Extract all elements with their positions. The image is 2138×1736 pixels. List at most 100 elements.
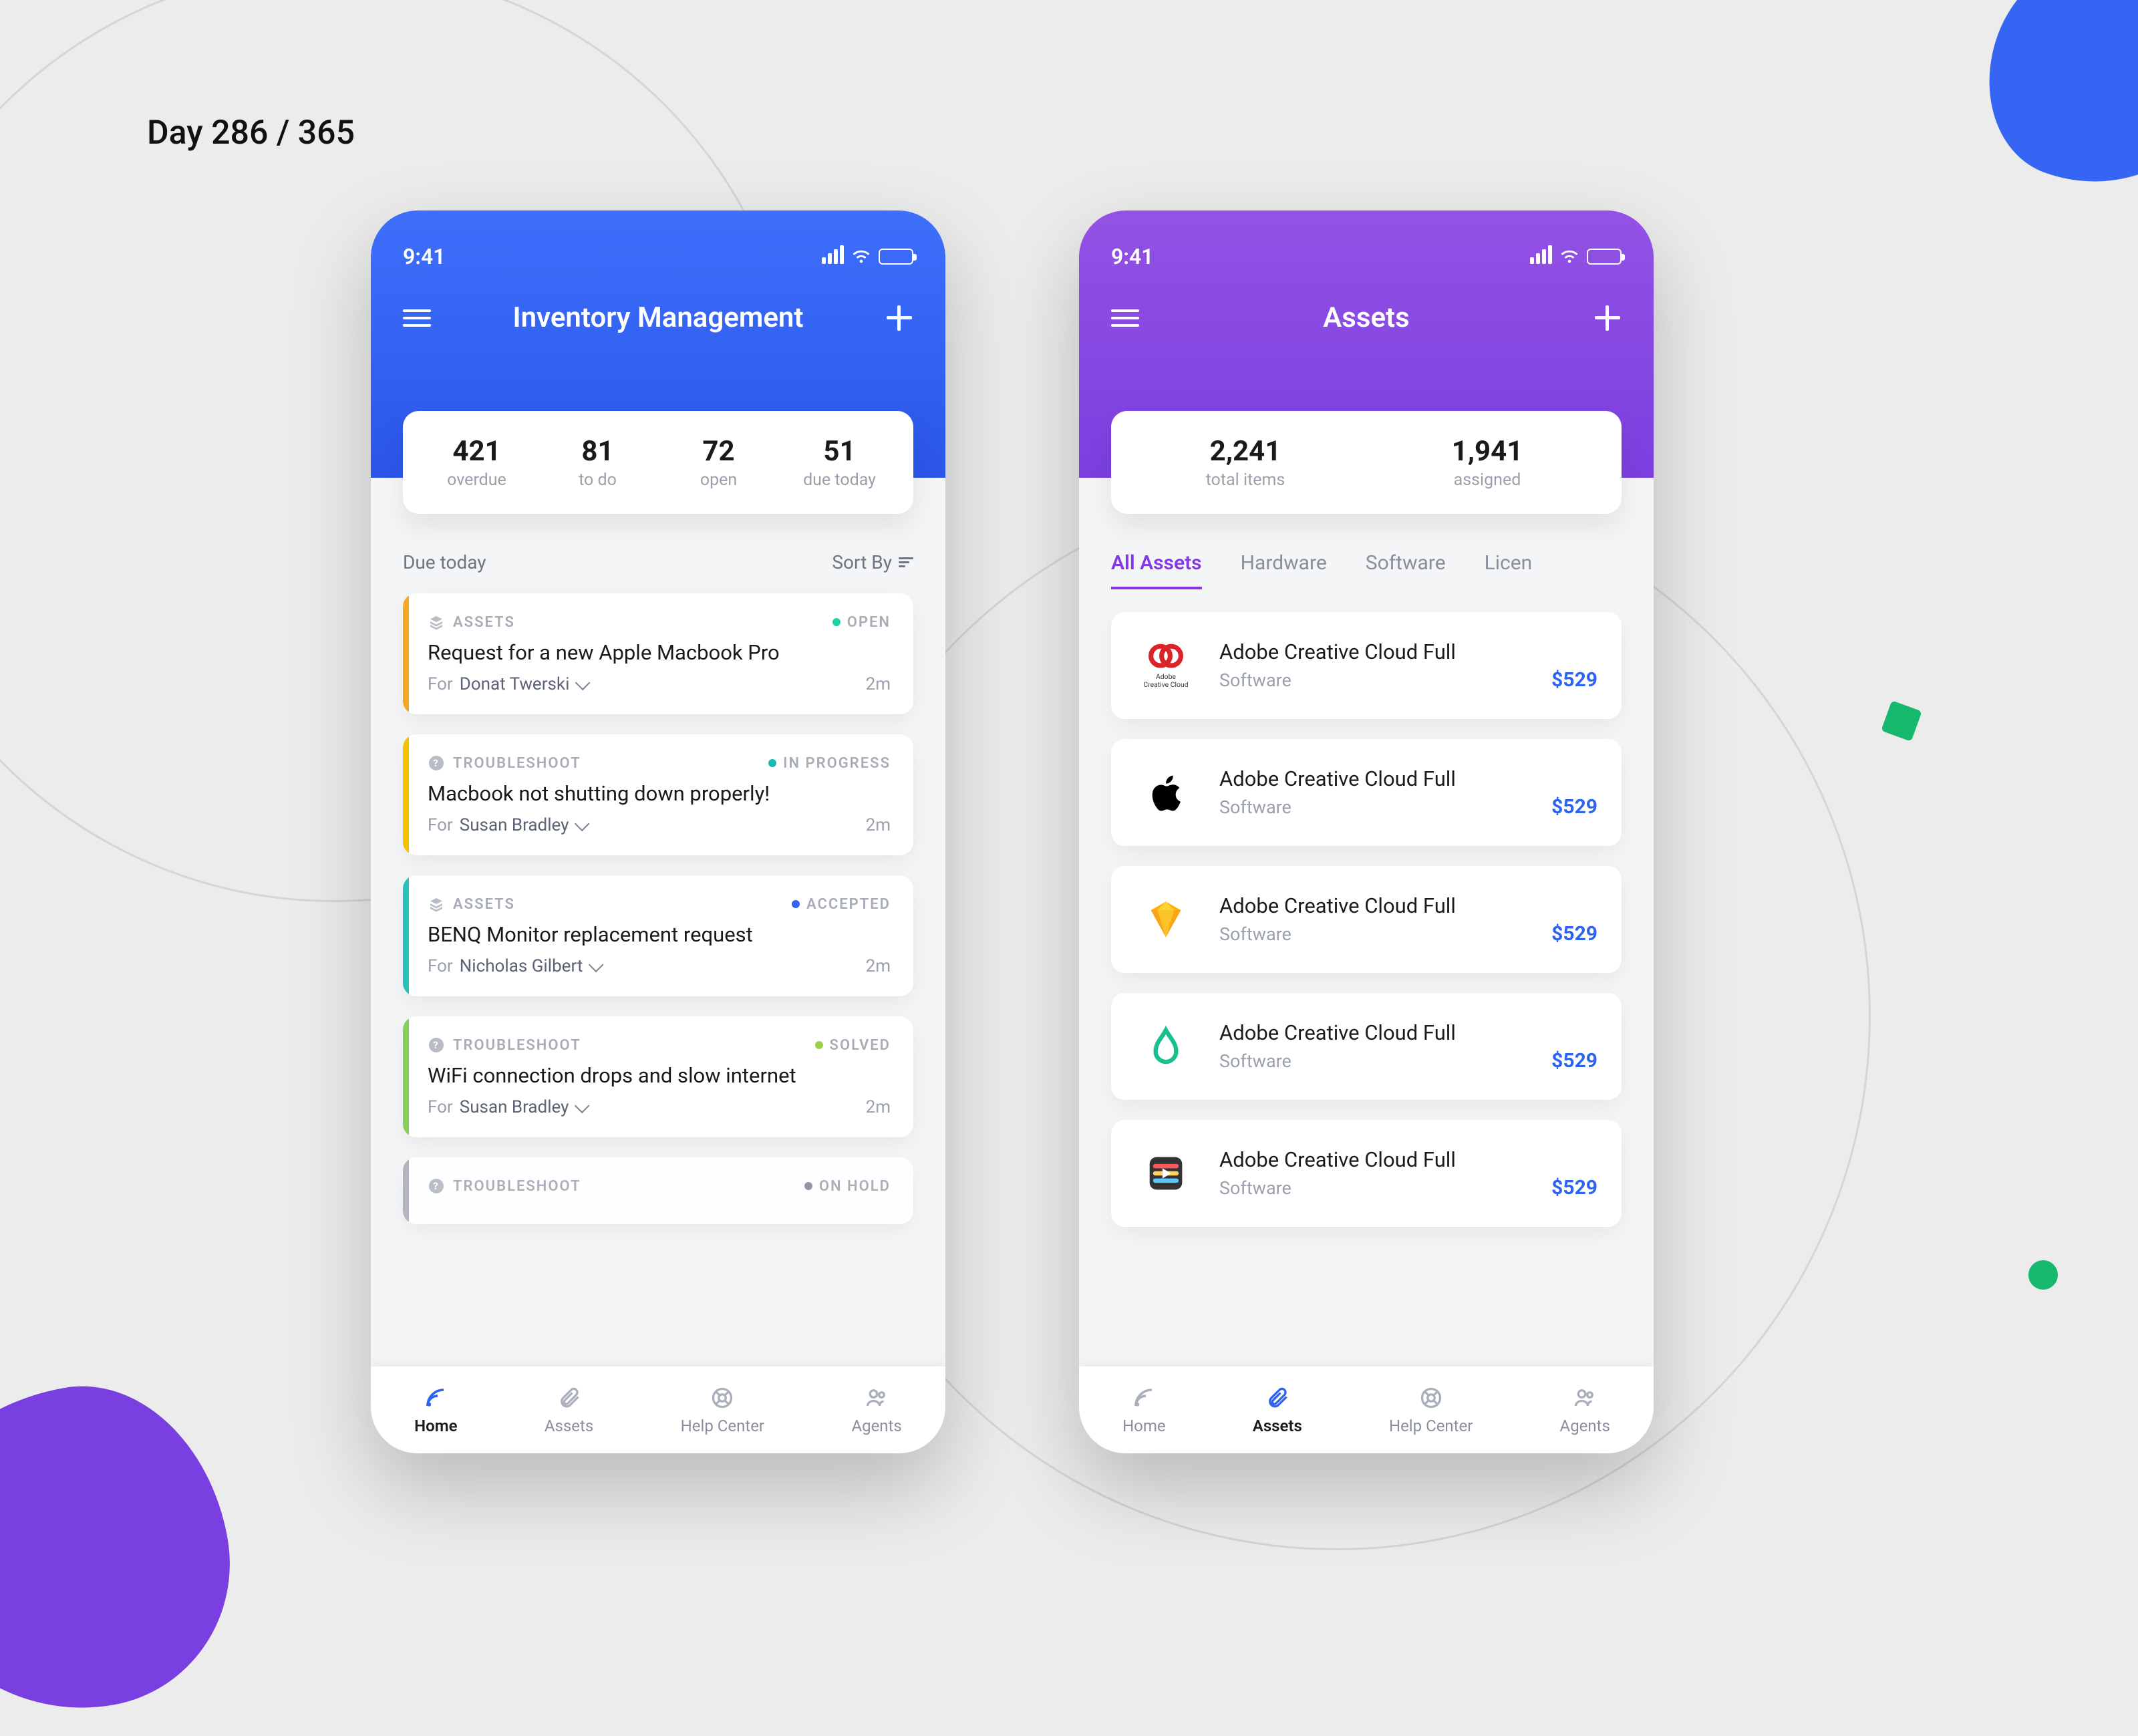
asset-title: Adobe Creative Cloud Full: [1219, 1147, 1597, 1172]
ticket-time: 2m: [866, 674, 891, 694]
stat-value: 51: [779, 435, 900, 468]
stat-duetoday[interactable]: 51 due today: [779, 435, 900, 490]
svg-text:?: ?: [433, 757, 439, 769]
stat-label: to do: [537, 470, 658, 490]
sort-button[interactable]: Sort By: [832, 551, 913, 573]
svg-text:?: ?: [433, 1180, 439, 1192]
battery-icon: [879, 249, 913, 265]
for-label: For: [428, 956, 453, 976]
layers-icon: [428, 895, 445, 913]
ticket-assignee[interactable]: For Susan Bradley: [428, 1097, 586, 1117]
tab-agents[interactable]: Agents: [1560, 1385, 1610, 1435]
stat-value: 81: [537, 435, 658, 468]
stat-label: due today: [779, 470, 900, 490]
tab-help[interactable]: Help Center: [681, 1385, 764, 1435]
ticket-card[interactable]: ? TROUBLESHOOT ON HOLD: [403, 1157, 913, 1224]
stat-label: open: [658, 470, 779, 490]
layers-icon: [428, 613, 445, 631]
tab-label: Home: [1122, 1417, 1166, 1435]
asset-card[interactable]: Adobe Creative Cloud Full Software $529: [1111, 866, 1622, 973]
ticket-assignee[interactable]: For Susan Bradley: [428, 815, 586, 835]
asset-price: $529: [1551, 668, 1597, 692]
stat-todo[interactable]: 81 to do: [537, 435, 658, 490]
asset-card[interactable]: Adobe Creative Cloud Full Software $529: [1111, 993, 1622, 1100]
tab-all-assets[interactable]: All Assets: [1111, 551, 1202, 589]
ticket-category: ASSETS: [428, 895, 515, 913]
tab-software[interactable]: Software: [1366, 551, 1446, 589]
status-bar: 9:41: [1111, 244, 1622, 269]
ticket-assignee[interactable]: For Donat Twerski: [428, 674, 587, 694]
agents-icon: [863, 1385, 890, 1411]
tab-bar: Home Assets Help Center Agents: [1079, 1366, 1654, 1453]
stat-open[interactable]: 72 open: [658, 435, 779, 490]
asset-card[interactable]: Adobe Creative Cloud Full Software $529: [1111, 739, 1622, 846]
nav-bar: Inventory Management: [403, 301, 913, 334]
asset-subtitle: Software: [1219, 1177, 1291, 1199]
menu-icon[interactable]: [403, 309, 431, 327]
asset-card[interactable]: AdobeCreative Cloud Adobe Creative Cloud…: [1111, 612, 1622, 719]
tab-help[interactable]: Help Center: [1389, 1385, 1473, 1435]
for-label: For: [428, 815, 453, 835]
ticket-card[interactable]: ? TROUBLESHOOT IN PROGRESS Macbook not s…: [403, 734, 913, 855]
help-icon: [1418, 1385, 1444, 1411]
blob-blue-decoration: [1959, 0, 2138, 219]
for-label: For: [428, 1097, 453, 1117]
tab-assets[interactable]: Assets: [545, 1385, 593, 1435]
apple-icon: [1135, 762, 1197, 823]
assignee-name: Nicholas Gilbert: [460, 956, 583, 976]
add-button[interactable]: [1593, 304, 1622, 332]
asset-title: Adobe Creative Cloud Full: [1219, 766, 1597, 791]
stat-overdue[interactable]: 421 overdue: [416, 435, 537, 490]
sort-icon: [899, 557, 913, 567]
svg-text:?: ?: [433, 1039, 439, 1051]
tab-agents[interactable]: Agents: [851, 1385, 901, 1435]
stat-total[interactable]: 2,241 total items: [1124, 435, 1366, 490]
tab-hardware[interactable]: Hardware: [1241, 551, 1327, 589]
ticket-time: 2m: [866, 956, 891, 976]
avocado-icon: [1135, 1016, 1197, 1077]
asset-card[interactable]: Adobe Creative Cloud Full Software $529: [1111, 1120, 1622, 1227]
asset-title: Adobe Creative Cloud Full: [1219, 893, 1597, 918]
tab-assets[interactable]: Assets: [1253, 1385, 1302, 1435]
tab-label: Agents: [851, 1417, 901, 1435]
question-icon: ?: [428, 754, 445, 772]
ticket-status: SOLVED: [815, 1037, 891, 1054]
menu-icon[interactable]: [1111, 309, 1139, 327]
tab-home[interactable]: Home: [1122, 1385, 1166, 1435]
tab-licenses[interactable]: Licen: [1485, 551, 1533, 589]
stat-assigned[interactable]: 1,941 assigned: [1366, 435, 1608, 490]
add-button[interactable]: [885, 304, 913, 332]
wifi-icon: [1560, 247, 1579, 266]
sketch-icon: [1135, 889, 1197, 950]
ticket-assignee[interactable]: For Nicholas Gilbert: [428, 956, 600, 976]
ticket-category-label: TROUBLESHOOT: [453, 1037, 581, 1054]
status-time: 9:41: [1111, 244, 1154, 269]
square-green-decoration: [1881, 700, 1922, 742]
status-time: 9:41: [403, 244, 446, 269]
tab-bar: Home Assets Help Center Agents: [371, 1366, 945, 1453]
ticket-status-label: ACCEPTED: [806, 896, 891, 913]
svg-text:Adobe: Adobe: [1156, 672, 1176, 681]
assignee-name: Susan Bradley: [460, 1097, 569, 1117]
stat-label: total items: [1124, 470, 1366, 490]
ticket-list: ASSETS OPEN Request for a new Apple Macb…: [403, 593, 913, 1224]
screen-title: Assets: [1323, 301, 1410, 334]
ticket-card[interactable]: ? TROUBLESHOOT SOLVED WiFi connection dr…: [403, 1016, 913, 1137]
ticket-accent-bar: [403, 1157, 409, 1224]
ticket-status-label: IN PROGRESS: [783, 755, 891, 772]
ticket-status: OPEN: [832, 614, 891, 631]
adobe-cc-icon: AdobeCreative Cloud: [1135, 635, 1197, 696]
ticket-title: Request for a new Apple Macbook Pro: [428, 640, 891, 665]
status-dot-icon: [768, 759, 776, 767]
feed-icon: [1130, 1385, 1157, 1411]
status-dot-icon: [804, 1182, 812, 1190]
clip-icon: [1264, 1385, 1291, 1411]
fcpx-icon: [1135, 1143, 1197, 1204]
tab-home[interactable]: Home: [414, 1385, 457, 1435]
ticket-time: 2m: [866, 1097, 891, 1117]
ticket-card[interactable]: ASSETS OPEN Request for a new Apple Macb…: [403, 593, 913, 714]
ticket-title: Macbook not shutting down properly!: [428, 781, 891, 806]
help-icon: [709, 1385, 736, 1411]
ticket-card[interactable]: ASSETS ACCEPTED BENQ Monitor replacement…: [403, 875, 913, 996]
status-dot-icon: [815, 1041, 823, 1049]
